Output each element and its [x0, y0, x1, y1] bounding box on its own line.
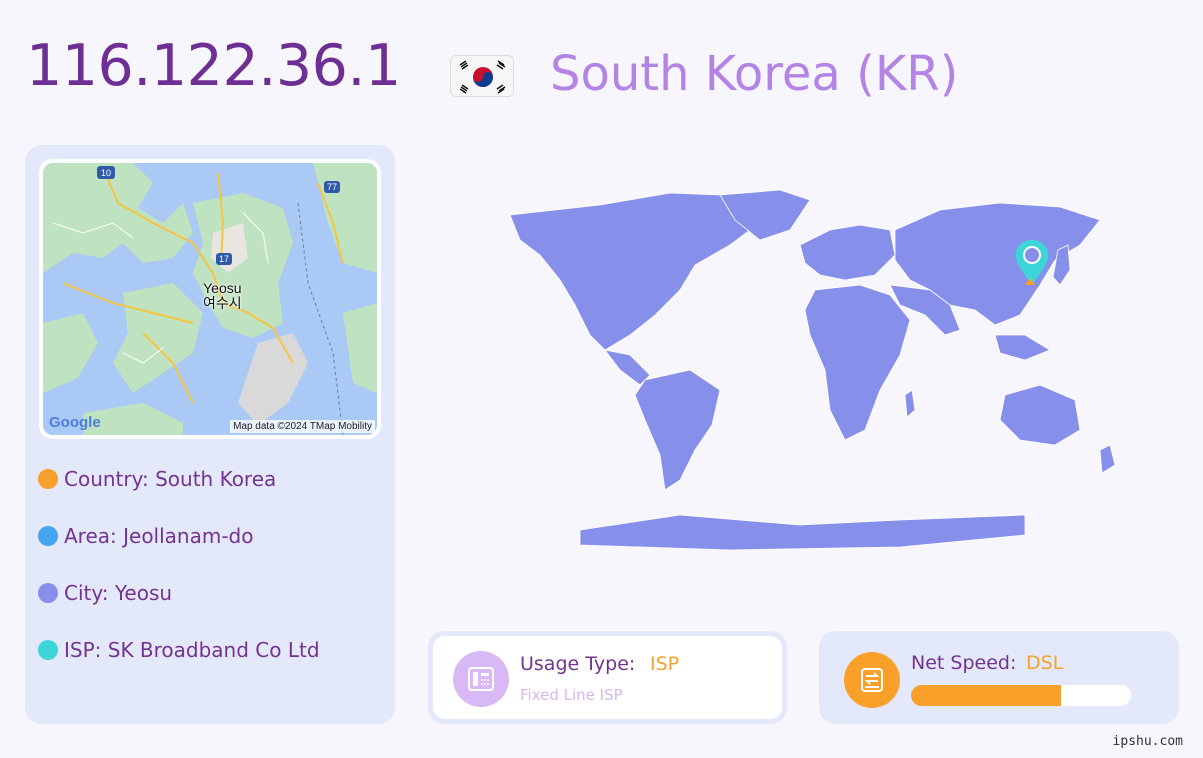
usage-type-label: Usage Type:	[520, 653, 636, 675]
google-logo: Google	[49, 414, 101, 431]
map-city-label: Yeosu 여수시	[203, 280, 242, 311]
net-speed-bar-fill	[911, 685, 1061, 706]
road-marker-10: 10	[101, 168, 111, 178]
road-marker-17: 17	[219, 254, 229, 264]
network-drive-icon	[844, 652, 900, 708]
info-country: Country: South Korea	[38, 467, 276, 491]
info-isp: ISP: SK Broadband Co Ltd	[38, 638, 320, 662]
net-speed-value: DSL	[1026, 652, 1064, 674]
info-area: Area: Jeollanam-do	[38, 524, 254, 548]
country-title: South Korea (KR)	[550, 46, 959, 102]
country-text: Country: South Korea	[64, 467, 277, 491]
usage-type-card: Usage Type: ISP Fixed Line ISP	[428, 631, 787, 724]
south-korea-flag-icon	[450, 55, 514, 97]
location-card: 10 77 17 Yeosu 여수시 Google Map data ©2024…	[25, 145, 395, 724]
area-text: Area: Jeollanam-do	[64, 524, 254, 548]
world-map	[480, 185, 1150, 560]
city-text: City: Yeosu	[64, 581, 173, 605]
map-attribution: Map data ©2024 TMap Mobility	[230, 420, 375, 433]
net-speed-label: Net Speed:	[911, 652, 1017, 674]
usage-type-sub: Fixed Line ISP	[520, 686, 623, 704]
country-dot-icon	[38, 469, 58, 489]
road-marker-77: 77	[327, 182, 337, 192]
location-map[interactable]: 10 77 17 Yeosu 여수시 Google Map data ©2024…	[39, 159, 381, 439]
city-dot-icon	[38, 583, 58, 603]
footer-site: ipshu.com	[1112, 734, 1183, 749]
isp-dot-icon	[38, 640, 58, 660]
isp-text: ISP: SK Broadband Co Ltd	[64, 638, 320, 662]
fax-phone-icon	[453, 651, 509, 707]
usage-type-value: ISP	[650, 653, 680, 675]
info-city: City: Yeosu	[38, 581, 172, 605]
net-speed-card: Net Speed: DSL	[819, 631, 1179, 724]
net-speed-bar	[911, 685, 1131, 706]
ip-address-title: 116.122.36.1	[26, 33, 401, 99]
area-dot-icon	[38, 526, 58, 546]
